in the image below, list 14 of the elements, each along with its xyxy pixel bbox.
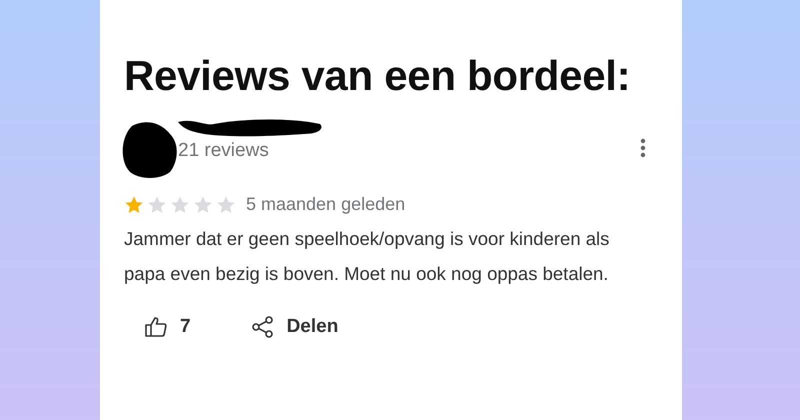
share-icon: [250, 315, 275, 339]
star-icon: [147, 194, 167, 214]
thumbs-up-icon: [144, 315, 168, 339]
share-button[interactable]: Delen: [250, 315, 338, 339]
review-text: Jammer dat er geen speelhoek/opvang is voor kinderen als papa even bezig is boven. Moet nu ook nog oppas betalen.: [124, 227, 610, 286]
star-icon: [216, 194, 236, 214]
review-time: 5 maanden geleden: [246, 194, 406, 215]
star-icon: [170, 194, 190, 214]
more-options-icon[interactable]: [640, 138, 646, 158]
reviewer-meta: 21 reviews: [178, 140, 270, 162]
page-title: Reviews van een bordeel:: [124, 52, 632, 100]
star-icon: [124, 194, 144, 214]
star-icon: [193, 194, 213, 214]
like-button[interactable]: 7: [144, 315, 191, 339]
